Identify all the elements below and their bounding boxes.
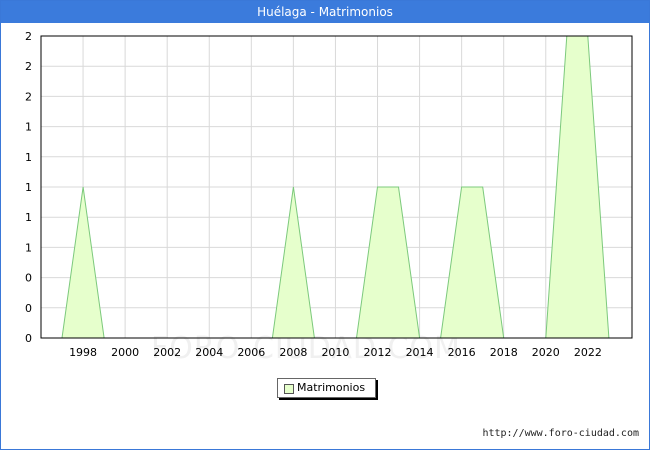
- chart-frame: Huélaga - Matrimonios FORO-CIUDAD.COM 00…: [0, 0, 650, 450]
- legend-swatch: [284, 384, 294, 394]
- y-tick-label: 1: [25, 181, 32, 194]
- y-tick-label: 1: [25, 121, 32, 134]
- x-tick-label: 2022: [574, 346, 602, 359]
- x-tick-label: 1998: [69, 346, 97, 359]
- x-tick-label: 2016: [448, 346, 476, 359]
- x-tick-label: 2008: [279, 346, 307, 359]
- legend: Matrimonios: [277, 378, 376, 398]
- x-tick-labels: 1998 2000 2002 2004 2006 2008 2010 2012 2014 2016…: [69, 346, 602, 359]
- x-tick-label: 2014: [406, 346, 434, 359]
- x-tick-label: 2020: [532, 346, 560, 359]
- y-tick-label: 0: [25, 272, 32, 285]
- y-tick-label: 1: [25, 211, 32, 224]
- x-tick-label: 2002: [153, 346, 181, 359]
- y-tick-label: 0: [25, 332, 32, 345]
- legend-label: Matrimonios: [297, 381, 366, 394]
- x-tick-label: 2000: [111, 346, 139, 359]
- x-tick-label: 2010: [321, 346, 349, 359]
- grid-layer: [41, 35, 632, 339]
- x-tick-label: 2012: [364, 346, 392, 359]
- y-tick-label: 2: [25, 90, 32, 103]
- y-tick-label: 1: [25, 241, 32, 254]
- y-tick-label: 0: [25, 302, 32, 315]
- x-tick-label: 2018: [490, 346, 518, 359]
- y-tick-label: 1: [25, 151, 32, 164]
- x-tick-label: 2006: [237, 346, 265, 359]
- source-url: http://www.foro-ciudad.com: [482, 428, 639, 439]
- x-tick-label: 2004: [195, 346, 223, 359]
- y-tick-labels: 0 0 0 1 1 1 1 1 2 2 2: [25, 30, 32, 345]
- y-tick-label: 2: [25, 30, 32, 43]
- y-tick-label: 2: [25, 60, 32, 73]
